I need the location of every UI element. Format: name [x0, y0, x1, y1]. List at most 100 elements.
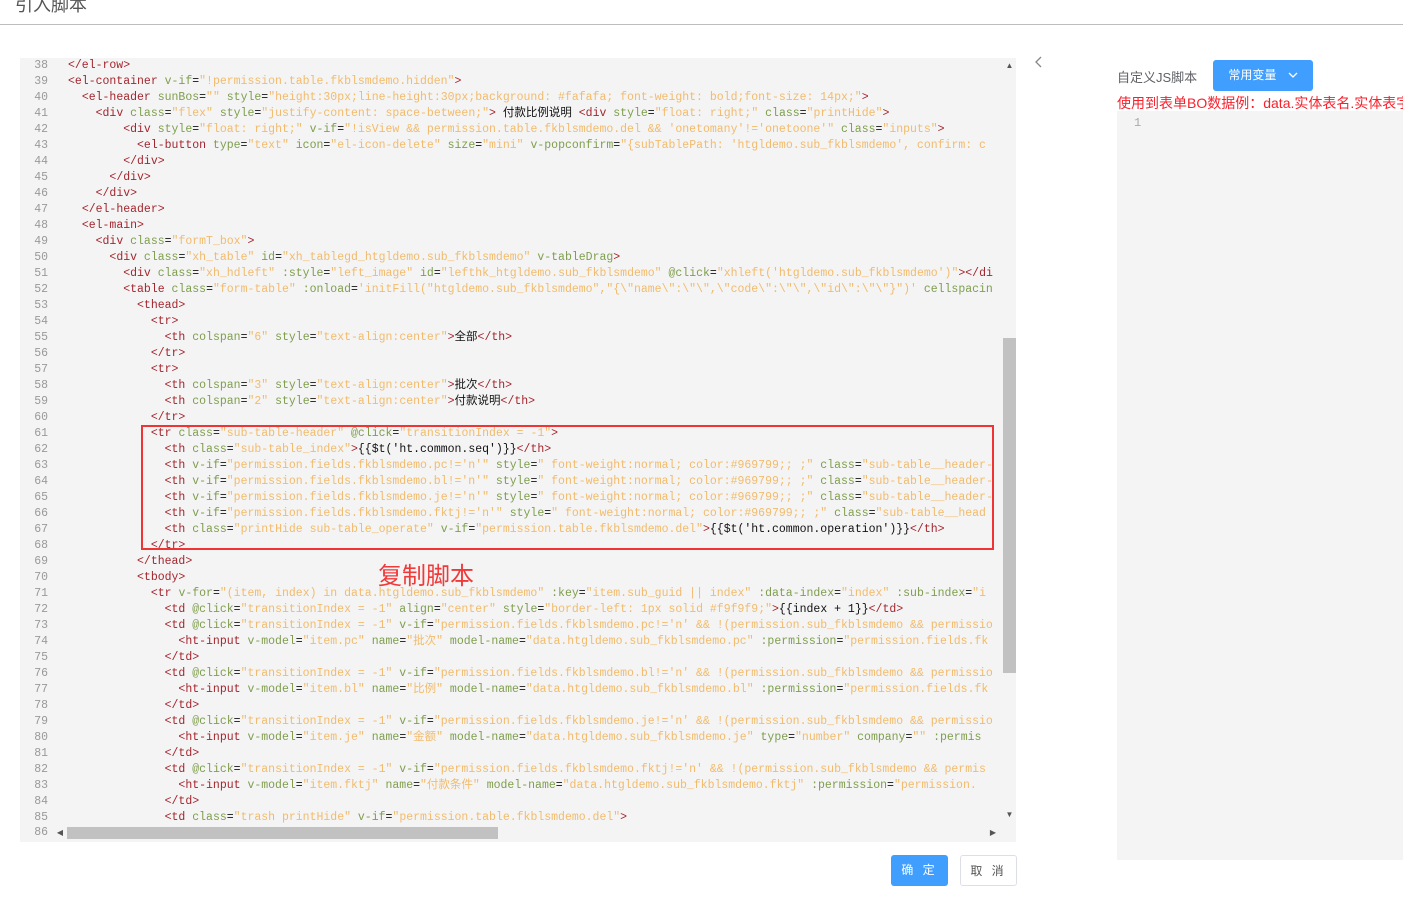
code-attribute: class	[137, 251, 179, 264]
code-string: "flex"	[171, 107, 213, 120]
code-attribute: model-name	[443, 731, 519, 744]
scroll-right-arrow-icon[interactable]: ▶	[988, 828, 998, 837]
code-attribute: v-popconfirm	[523, 139, 614, 152]
code-content: <th colspan="2" style="text-align:center…	[68, 394, 535, 410]
scroll-up-arrow-icon[interactable]: ▲	[1003, 61, 1016, 70]
code-attribute: :data-index	[751, 587, 835, 600]
vertical-scrollbar[interactable]: ▲ ▼	[1003, 58, 1016, 826]
horizontal-scrollbar[interactable]: ◀ ▶	[55, 826, 1003, 840]
code-content: <td @click="transitionIndex = -1" v-if="…	[68, 666, 993, 682]
code-content: </thead>	[68, 554, 192, 570]
line-number: 85	[34, 811, 48, 824]
code-tag: >	[247, 235, 255, 248]
code-content: </td>	[68, 650, 200, 666]
code-text: =	[295, 731, 303, 744]
code-tag: </thead>	[137, 555, 193, 568]
line-number: 52	[34, 283, 48, 296]
divider	[0, 24, 1403, 25]
code-attribute: v-for	[171, 587, 213, 600]
horizontal-scrollbar-thumb[interactable]	[67, 827, 498, 839]
code-content: <th colspan="6" style="text-align:center…	[68, 330, 512, 346]
line-number: 65	[34, 491, 48, 504]
code-tag: <td	[164, 603, 186, 616]
code-text: =	[555, 779, 563, 792]
code-content: <th colspan="3" style="text-align:center…	[68, 378, 512, 394]
chevron-left-icon[interactable]	[1034, 54, 1044, 75]
code-attribute: v-model	[240, 731, 296, 744]
code-attribute: v-if	[302, 123, 338, 136]
code-tag: >	[447, 395, 455, 408]
code-string: "比例"	[406, 683, 444, 696]
code-content: </div>	[68, 154, 165, 170]
code-string: "formT_box"	[171, 235, 248, 248]
line-number: 78	[34, 699, 48, 712]
scroll-down-arrow-icon[interactable]: ▼	[1003, 810, 1016, 819]
code-content: <tr>	[68, 362, 179, 378]
code-tag: <el-container	[68, 75, 158, 88]
code-text: =	[578, 587, 586, 600]
code-string: "2"	[247, 395, 269, 408]
code-string: "permission.table.fkblsmdemo.del"	[392, 811, 621, 824]
chevron-down-icon	[1288, 60, 1298, 91]
code-text: =	[233, 763, 241, 776]
line-number: 77	[34, 683, 48, 696]
code-string: "item.pc"	[302, 635, 365, 648]
code-string: "permission.fields.fkblsmdemo.pc!='n' &&…	[433, 619, 993, 632]
code-attribute: id	[413, 267, 434, 280]
code-text: =	[887, 779, 894, 792]
code-string: "transitionIndex = -1"	[240, 667, 393, 680]
common-variables-button[interactable]: 常用变量	[1213, 60, 1313, 91]
code-tag: <td	[164, 763, 186, 776]
code-string: "i	[972, 587, 986, 600]
code-attribute: :permission	[804, 779, 888, 792]
cancel-button[interactable]: 取 消	[960, 855, 1017, 886]
code-attribute: v-model	[240, 683, 296, 696]
code-tag: </td>	[164, 651, 200, 664]
code-text: =	[233, 667, 241, 680]
code-string: "{subTablePath: 'htgldemo.sub_fkblsmdemo…	[620, 139, 986, 152]
code-attribute: :sub-index	[889, 587, 966, 600]
code-string: "center"	[440, 603, 496, 616]
code-text: 批次	[454, 379, 478, 392]
confirm-button[interactable]: 确 定	[891, 855, 948, 886]
line-number: 53	[34, 299, 48, 312]
code-tag: <tr	[150, 587, 172, 600]
code-text: =	[433, 267, 441, 280]
code-content: <div class="xh_table" id="xh_tablegd_htg…	[68, 250, 620, 266]
code-attribute: align	[392, 603, 434, 616]
line-number: 73	[34, 619, 48, 632]
code-content: <tr v-for="(item, index) in data.htgldem…	[68, 586, 986, 602]
code-text: =	[788, 731, 796, 744]
scroll-left-arrow-icon[interactable]: ◀	[55, 828, 65, 837]
code-attribute: v-model	[240, 779, 296, 792]
code-text: =	[426, 619, 434, 632]
code-tag: </div>	[109, 171, 151, 184]
code-content: <table class="form-table" :onload='initF…	[68, 282, 993, 298]
code-attribute: name	[364, 731, 400, 744]
code-content: <div class="flex" style="justify-content…	[68, 106, 890, 122]
code-tag: </div>	[123, 155, 165, 168]
vertical-scrollbar-thumb[interactable]	[1003, 338, 1016, 673]
js-script-editor[interactable]: 1	[1117, 111, 1403, 860]
code-text: =	[426, 763, 434, 776]
code-string: "item.je"	[302, 731, 365, 744]
line-number: 75	[34, 651, 48, 664]
code-text: {{index + 1}}	[778, 603, 869, 616]
code-tag: <th	[164, 379, 186, 392]
code-text: =	[799, 107, 807, 120]
code-attribute: style	[606, 107, 648, 120]
code-text: =	[295, 683, 303, 696]
code-text: =	[309, 379, 317, 392]
code-tag: </td>	[164, 699, 200, 712]
